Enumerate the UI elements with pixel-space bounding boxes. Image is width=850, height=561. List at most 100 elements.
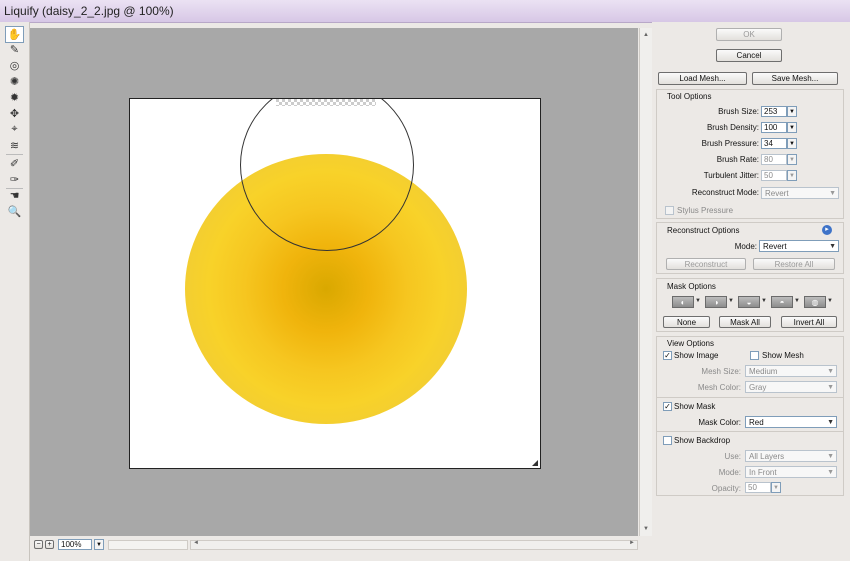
mesh-size-value: Medium — [749, 367, 778, 376]
mesh-color-select[interactable]: Gray ▼ — [745, 381, 837, 393]
reconstruct-tool-icon[interactable]: ✎ — [6, 42, 23, 57]
mask-color-select[interactable]: Red ▼ — [745, 416, 837, 428]
invert-selection-icon[interactable]: ◍ — [804, 296, 826, 308]
add-to-selection-icon[interactable]: ◑ — [705, 296, 727, 308]
scroll-left-icon[interactable]: ◄ — [193, 540, 199, 546]
zoom-dropdown-icon[interactable]: ▼ — [94, 539, 104, 550]
brush-size-dropdown-icon[interactable]: ▼ — [787, 106, 797, 117]
show-mask-label: Show Mask — [674, 402, 716, 411]
reconstruct-button[interactable]: Reconstruct — [666, 258, 746, 270]
scroll-up-icon[interactable]: ▲ — [643, 32, 649, 38]
brush-pressure-label: Brush Pressure: — [701, 139, 759, 148]
chevron-down-icon: ▼ — [827, 384, 834, 391]
reconstruct-mode-label: Reconstruct Mode: — [691, 188, 759, 197]
bloat-tool-icon[interactable]: ✹ — [6, 90, 23, 105]
mask-color-value: Red — [749, 418, 764, 427]
turbulence-tool-icon[interactable]: ≋ — [6, 138, 23, 153]
load-mesh-button[interactable]: Load Mesh... — [658, 72, 747, 85]
subtract-from-selection-icon[interactable]: ◒ — [738, 296, 760, 308]
replace-selection-icon[interactable]: ◐ — [672, 296, 694, 308]
ok-button[interactable]: OK — [716, 28, 782, 41]
zoom-field[interactable]: 100% — [58, 539, 92, 550]
mask-all-button[interactable]: Mask All — [719, 316, 771, 328]
reconstruct-mode-select-2[interactable]: Revert ▼ — [759, 240, 839, 252]
hand-tool-icon[interactable]: ☚ — [6, 188, 23, 203]
document-canvas[interactable] — [129, 98, 541, 469]
invert-all-button[interactable]: Invert All — [781, 316, 837, 328]
reconstruct-options-title: Reconstruct Options — [667, 226, 740, 235]
mesh-size-label: Mesh Size: — [701, 367, 741, 376]
brush-rate-dropdown-icon[interactable]: ▼ — [787, 154, 797, 165]
mask-options-group: Mask Options ◐ ▼ ◑ ▼ ◒ ▼ ◓ ▼ ◍ ▼ None Ma… — [656, 278, 844, 332]
backdrop-mode-select[interactable]: In Front ▼ — [745, 466, 837, 478]
show-mask-checkbox[interactable]: ✓ — [663, 402, 672, 411]
chevron-down-icon: ▼ — [827, 419, 834, 426]
brush-density-dropdown-icon[interactable]: ▼ — [787, 122, 797, 133]
chevron-down-icon: ▼ — [829, 190, 836, 197]
zoom-out-button[interactable]: − — [34, 540, 43, 549]
zoom-tool-icon[interactable]: 🔍 — [6, 204, 23, 219]
thaw-mask-tool-icon[interactable]: ✑ — [6, 172, 23, 187]
zoom-slider[interactable] — [108, 540, 188, 550]
title-bar: Liquify (daisy_2_2.jpg @ 100%) — [0, 0, 850, 23]
forward-warp-tool-icon[interactable]: ✋ — [5, 26, 24, 43]
reconstruct-mode-select[interactable]: Revert ▼ — [761, 187, 839, 199]
stylus-pressure-checkbox[interactable] — [665, 206, 674, 215]
canvas-area[interactable] — [30, 28, 638, 536]
brush-rate-field[interactable]: 80 — [761, 154, 787, 165]
brush-pressure-field[interactable]: 34 — [761, 138, 787, 149]
zoom-in-button[interactable]: + — [45, 540, 54, 549]
restore-all-button[interactable]: Restore All — [753, 258, 835, 270]
resize-handle-icon — [532, 460, 538, 466]
backdrop-mode-value: In Front — [749, 468, 777, 477]
tool-options-title: Tool Options — [667, 92, 712, 101]
chevron-down-icon[interactable]: ▼ — [695, 298, 701, 304]
scroll-right-icon[interactable]: ► — [629, 540, 635, 546]
backdrop-mode-label: Mode: — [718, 468, 741, 477]
show-backdrop-checkbox[interactable] — [663, 436, 672, 445]
view-options-group: View Options ✓ Show Image Show Mesh Mesh… — [656, 336, 844, 496]
use-select[interactable]: All Layers ▼ — [745, 450, 837, 462]
brush-pressure-dropdown-icon[interactable]: ▼ — [787, 138, 797, 149]
horizontal-scrollbar[interactable]: ◄ ► — [190, 540, 638, 550]
opacity-label: Opacity: — [711, 484, 741, 493]
divider — [657, 397, 843, 398]
scroll-down-icon[interactable]: ▼ — [643, 526, 649, 532]
mask-options-title: Mask Options — [667, 282, 716, 291]
save-mesh-button[interactable]: Save Mesh... — [752, 72, 838, 85]
turbulent-jitter-dropdown-icon[interactable]: ▼ — [787, 170, 797, 181]
mesh-size-select[interactable]: Medium ▼ — [745, 365, 837, 377]
brush-density-field[interactable]: 100 — [761, 122, 787, 133]
opacity-dropdown-icon[interactable]: ▼ — [771, 482, 781, 493]
tool-separator — [6, 154, 23, 155]
twirl-clockwise-tool-icon[interactable]: ◎ — [6, 58, 23, 73]
intersect-selection-icon[interactable]: ◓ — [771, 296, 793, 308]
show-mesh-label: Show Mesh — [762, 351, 804, 360]
brush-rate-label: Brush Rate: — [716, 155, 759, 164]
none-button[interactable]: None — [663, 316, 710, 328]
divider — [657, 431, 843, 432]
mirror-tool-icon[interactable]: ⌖ — [6, 122, 23, 137]
tool-panel: ✋ ✎ ◎ ✺ ✹ ✥ ⌖ ≋ ✐ ✑ ☚ 🔍 — [0, 22, 30, 561]
use-label: Use: — [724, 452, 741, 461]
cancel-button[interactable]: Cancel — [716, 49, 782, 62]
turbulent-jitter-label: Turbulent Jitter: — [703, 171, 759, 180]
reconstruct-mode-value: Revert — [765, 189, 789, 198]
show-mesh-checkbox[interactable] — [750, 351, 759, 360]
brush-size-field[interactable]: 253 — [761, 106, 787, 117]
pucker-tool-icon[interactable]: ✺ — [6, 74, 23, 89]
show-image-checkbox[interactable]: ✓ — [663, 351, 672, 360]
info-icon[interactable]: ▸ — [822, 225, 832, 235]
brush-size-label: Brush Size: — [718, 107, 759, 116]
opacity-field[interactable]: 50 — [745, 482, 771, 493]
chevron-down-icon[interactable]: ▼ — [728, 298, 734, 304]
freeze-mask-tool-icon[interactable]: ✐ — [6, 156, 23, 171]
reconstruct-mode-label-2: Mode: — [734, 242, 757, 251]
mesh-color-value: Gray — [749, 383, 767, 392]
chevron-down-icon[interactable]: ▼ — [761, 298, 767, 304]
chevron-down-icon[interactable]: ▼ — [827, 298, 833, 304]
turbulent-jitter-field[interactable]: 50 — [761, 170, 787, 181]
push-left-tool-icon[interactable]: ✥ — [6, 106, 23, 121]
show-image-label: Show Image — [674, 351, 719, 360]
chevron-down-icon[interactable]: ▼ — [794, 298, 800, 304]
